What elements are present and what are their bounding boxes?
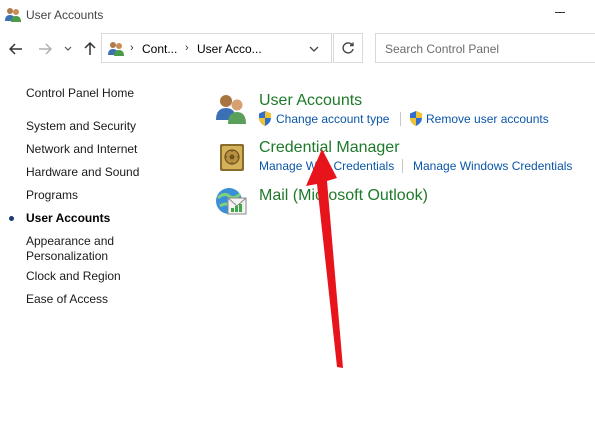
user-accounts-icon — [5, 8, 21, 22]
remove-user-accounts-link[interactable]: Remove user accounts — [426, 112, 549, 126]
sidebar-item-programs[interactable]: Programs — [26, 188, 78, 203]
recent-locations-button[interactable] — [60, 38, 76, 60]
sidebar-item-network-and-internet[interactable]: Network and Internet — [26, 142, 137, 157]
title-bar: User Accounts — [0, 0, 595, 30]
link-separator — [400, 112, 401, 126]
uac-shield-icon — [410, 111, 422, 126]
chevron-down-icon — [64, 46, 72, 51]
credential-manager-title-link[interactable]: Credential Manager — [259, 139, 400, 157]
manage-windows-credentials-link[interactable]: Manage Windows Credentials — [413, 159, 572, 173]
arrow-up-icon — [84, 42, 96, 55]
user-accounts-title-link[interactable]: User Accounts — [259, 92, 362, 110]
change-account-type-link[interactable]: Change account type — [276, 112, 389, 126]
forward-button[interactable] — [34, 38, 56, 60]
active-item-bullet — [9, 216, 14, 221]
manage-web-credentials-link[interactable]: Manage Web Credentials — [259, 159, 394, 173]
uac-shield-icon — [259, 111, 271, 126]
sidebar-item-ease-of-access[interactable]: Ease of Access — [26, 292, 108, 307]
chevron-down-icon[interactable] — [306, 42, 322, 56]
mail-icon[interactable] — [214, 184, 248, 218]
refresh-icon — [342, 42, 354, 54]
sidebar-item-hardware-and-sound[interactable]: Hardware and Sound — [26, 165, 139, 180]
mail-title-link[interactable]: Mail (Microsoft Outlook) — [259, 187, 428, 205]
sidebar-item-user-accounts: User Accounts — [26, 211, 111, 225]
breadcrumb-separator-icon[interactable]: › — [185, 42, 189, 54]
link-separator — [402, 159, 403, 173]
back-button[interactable] — [5, 38, 27, 60]
refresh-button[interactable] — [333, 33, 363, 63]
arrow-left-icon — [9, 43, 22, 55]
sidebar-item-appearance-and-personalization[interactable]: Appearance and Personalization — [26, 234, 136, 264]
sidebar-item-control-panel-home[interactable]: Control Panel Home — [26, 86, 134, 101]
window-title: User Accounts — [26, 8, 104, 22]
search-input[interactable]: Search Control Panel — [375, 33, 595, 63]
address-bar[interactable]: › Cont... › User Acco... — [101, 33, 332, 63]
arrow-right-icon — [39, 43, 52, 55]
user-accounts-icon — [108, 42, 124, 56]
sidebar-item-clock-and-region[interactable]: Clock and Region — [26, 269, 121, 284]
up-button[interactable] — [79, 38, 101, 60]
navigation-bar: › Cont... › User Acco... Search Control … — [0, 30, 595, 68]
users-icon[interactable] — [214, 92, 248, 126]
breadcrumb-control-panel[interactable]: Cont... — [142, 42, 177, 56]
minimize-button[interactable] — [549, 0, 595, 30]
vault-icon[interactable] — [215, 140, 249, 174]
sidebar-item-system-and-security[interactable]: System and Security — [26, 119, 136, 134]
breadcrumb-separator-icon[interactable]: › — [130, 42, 134, 54]
breadcrumb-user-accounts[interactable]: User Acco... — [197, 42, 262, 56]
